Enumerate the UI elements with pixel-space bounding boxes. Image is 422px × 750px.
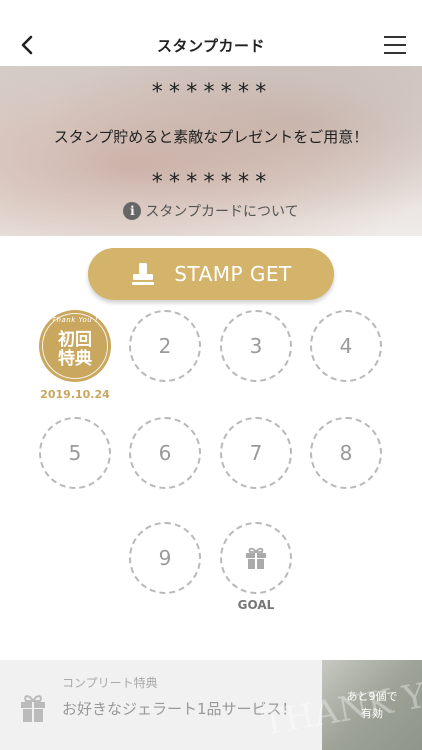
hero-stars-top: ******* (150, 80, 272, 105)
stamp-slot-8: 8 (310, 417, 382, 489)
stamp-slot-2: 2 (129, 310, 201, 382)
badge-line2: 有効 (361, 707, 383, 720)
stamp-get-label: STAMP GET (174, 262, 292, 286)
stamp-slot-3: 3 (220, 310, 292, 382)
page-title: スタンプカード (156, 36, 266, 55)
stamp-grid: Thank You ! 初回 特典 2019.10.24 2 3 4 5 6 7… (0, 300, 422, 620)
stamp-first-line2: 特典 (58, 349, 92, 369)
badge-background-word: THANK YOU (259, 665, 422, 744)
stamp-slot-goal (220, 522, 292, 594)
stamp-slot-9: 9 (129, 522, 201, 594)
stamp-slot-5: 5 (39, 417, 111, 489)
hero-stars-bottom: ******* (150, 170, 272, 195)
complete-reward-bar: コンプリート特典 お好きなジェラート1品サービス！ THANK YOU あと9個… (0, 660, 422, 750)
info-icon: i (123, 202, 142, 220)
stamp-date: 2019.10.24 (40, 388, 110, 401)
gift-icon (21, 695, 45, 722)
complete-label: コンプリート特典 (62, 676, 158, 690)
stamp-icon (132, 263, 155, 285)
badge-line1: あと9個で (346, 690, 398, 703)
stamp-first-line1: 初回 (58, 330, 92, 350)
stamp-slot-6: 6 (129, 417, 201, 489)
remaining-badge: THANK YOU あと9個で 有効 (259, 660, 422, 750)
stamp-card-info-link[interactable]: i スタンプカードについて (0, 201, 422, 221)
hamburger-menu-icon[interactable] (382, 33, 408, 57)
stamp-slot-7: 7 (220, 417, 292, 489)
stamp-get-button[interactable]: STAMP GET (88, 248, 334, 300)
hero-banner: ******* スタンプ貯めると素敵なプレゼントをご用意！ ******* i … (0, 66, 422, 236)
status-bar (0, 0, 422, 24)
info-link-label: スタンプカードについて (145, 204, 299, 220)
nav-bar: スタンプカード (0, 24, 422, 66)
chevron-left-icon[interactable] (16, 33, 40, 57)
stamp-thanks-text: Thank You ! (51, 316, 99, 324)
stamp-slot-4: 4 (310, 310, 382, 382)
gift-icon (246, 547, 266, 569)
hero-message: スタンプ貯めると素敵なプレゼントをご用意！ (53, 128, 369, 146)
stamp-slot-1-stamped: Thank You ! 初回 特典 (39, 310, 111, 382)
goal-label: GOAL (237, 598, 275, 612)
